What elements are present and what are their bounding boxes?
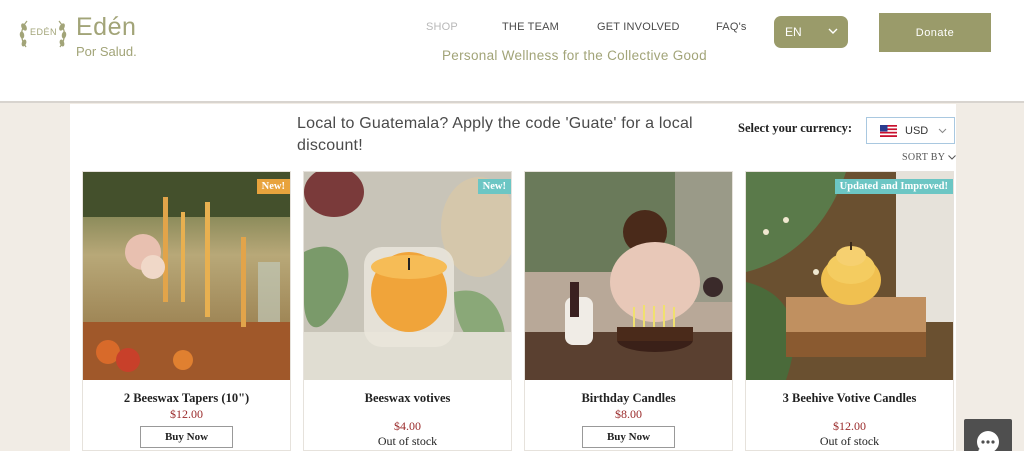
product-price: $12.00 [833, 419, 866, 433]
product-badge: New! [477, 179, 511, 194]
birthday-candles-photo [525, 172, 732, 380]
nav-the-team[interactable]: THE TEAM [502, 21, 559, 35]
product-card[interactable]: Birthday Candles $8.00 Buy Now [524, 171, 733, 451]
chat-bubble-icon [977, 431, 999, 451]
beehive-candles-photo [746, 172, 953, 380]
product-card[interactable]: New! Beeswax votives $4.00 Out of stock [303, 171, 512, 451]
beeswax-tapers-photo [83, 172, 290, 380]
product-image[interactable] [525, 172, 732, 380]
product-price: $8.00 [615, 407, 642, 421]
promo-text: Local to Guatemala? Apply the code 'Guat… [297, 115, 693, 154]
chevron-down-icon [948, 155, 957, 160]
buy-now-button[interactable]: Buy Now [582, 426, 675, 448]
language-value: EN [785, 25, 802, 39]
product-card[interactable]: New! 2 Beeswax Tapers (10") $12.00 Buy N… [82, 171, 291, 451]
currency-value: USD [905, 125, 929, 137]
chevron-down-icon [938, 128, 947, 134]
stock-status: Out of stock [377, 434, 438, 448]
product-name[interactable]: 3 Beehive Votive Candles [746, 391, 953, 406]
language-selector[interactable]: EN [774, 16, 848, 48]
nav-faqs[interactable]: FAQ's [716, 21, 747, 35]
currency-label: Select your currency: [738, 121, 853, 135]
sort-by-dropdown[interactable]: SORT BY [902, 152, 957, 163]
product-badge: Updated and Improved! [834, 179, 953, 194]
logo[interactable]: EDÉN Edén Por Salud. [18, 13, 158, 63]
site-header: EDÉN Edén Por Salud. SHOP THE TEAM GET I… [0, 0, 1024, 103]
product-badge: New! [256, 179, 290, 194]
product-price: $12.00 [170, 407, 203, 421]
stock-status: Out of stock [819, 434, 880, 448]
chevron-down-icon [828, 28, 838, 34]
beeswax-votive-photo [304, 172, 511, 380]
buy-now-button[interactable]: Buy Now [140, 426, 233, 448]
product-price: $4.00 [394, 419, 421, 433]
product-name[interactable]: 2 Beeswax Tapers (10") [83, 391, 290, 406]
us-flag-icon [880, 125, 897, 137]
currency-select[interactable]: USD [866, 117, 955, 144]
product-image[interactable] [83, 172, 290, 380]
product-name[interactable]: Birthday Candles [525, 391, 732, 406]
brand-subtitle: Por Salud. [76, 44, 137, 59]
nav-get-involved[interactable]: GET INVOLVED [597, 21, 680, 35]
nav-shop[interactable]: SHOP [426, 21, 458, 35]
product-image[interactable] [304, 172, 511, 380]
product-card[interactable]: Updated and Improved! 3 Beehive Votive C… [745, 171, 954, 451]
brand-title: Edén [76, 13, 137, 41]
product-image[interactable] [746, 172, 953, 380]
sort-by-label: SORT BY [902, 152, 946, 163]
tagline: Personal Wellness for the Collective Goo… [442, 48, 707, 63]
logo-badge-text: EDÉN [30, 27, 58, 37]
donate-button[interactable]: Donate [879, 13, 991, 52]
chat-widget-button[interactable] [964, 419, 1012, 451]
product-name[interactable]: Beeswax votives [304, 391, 511, 406]
